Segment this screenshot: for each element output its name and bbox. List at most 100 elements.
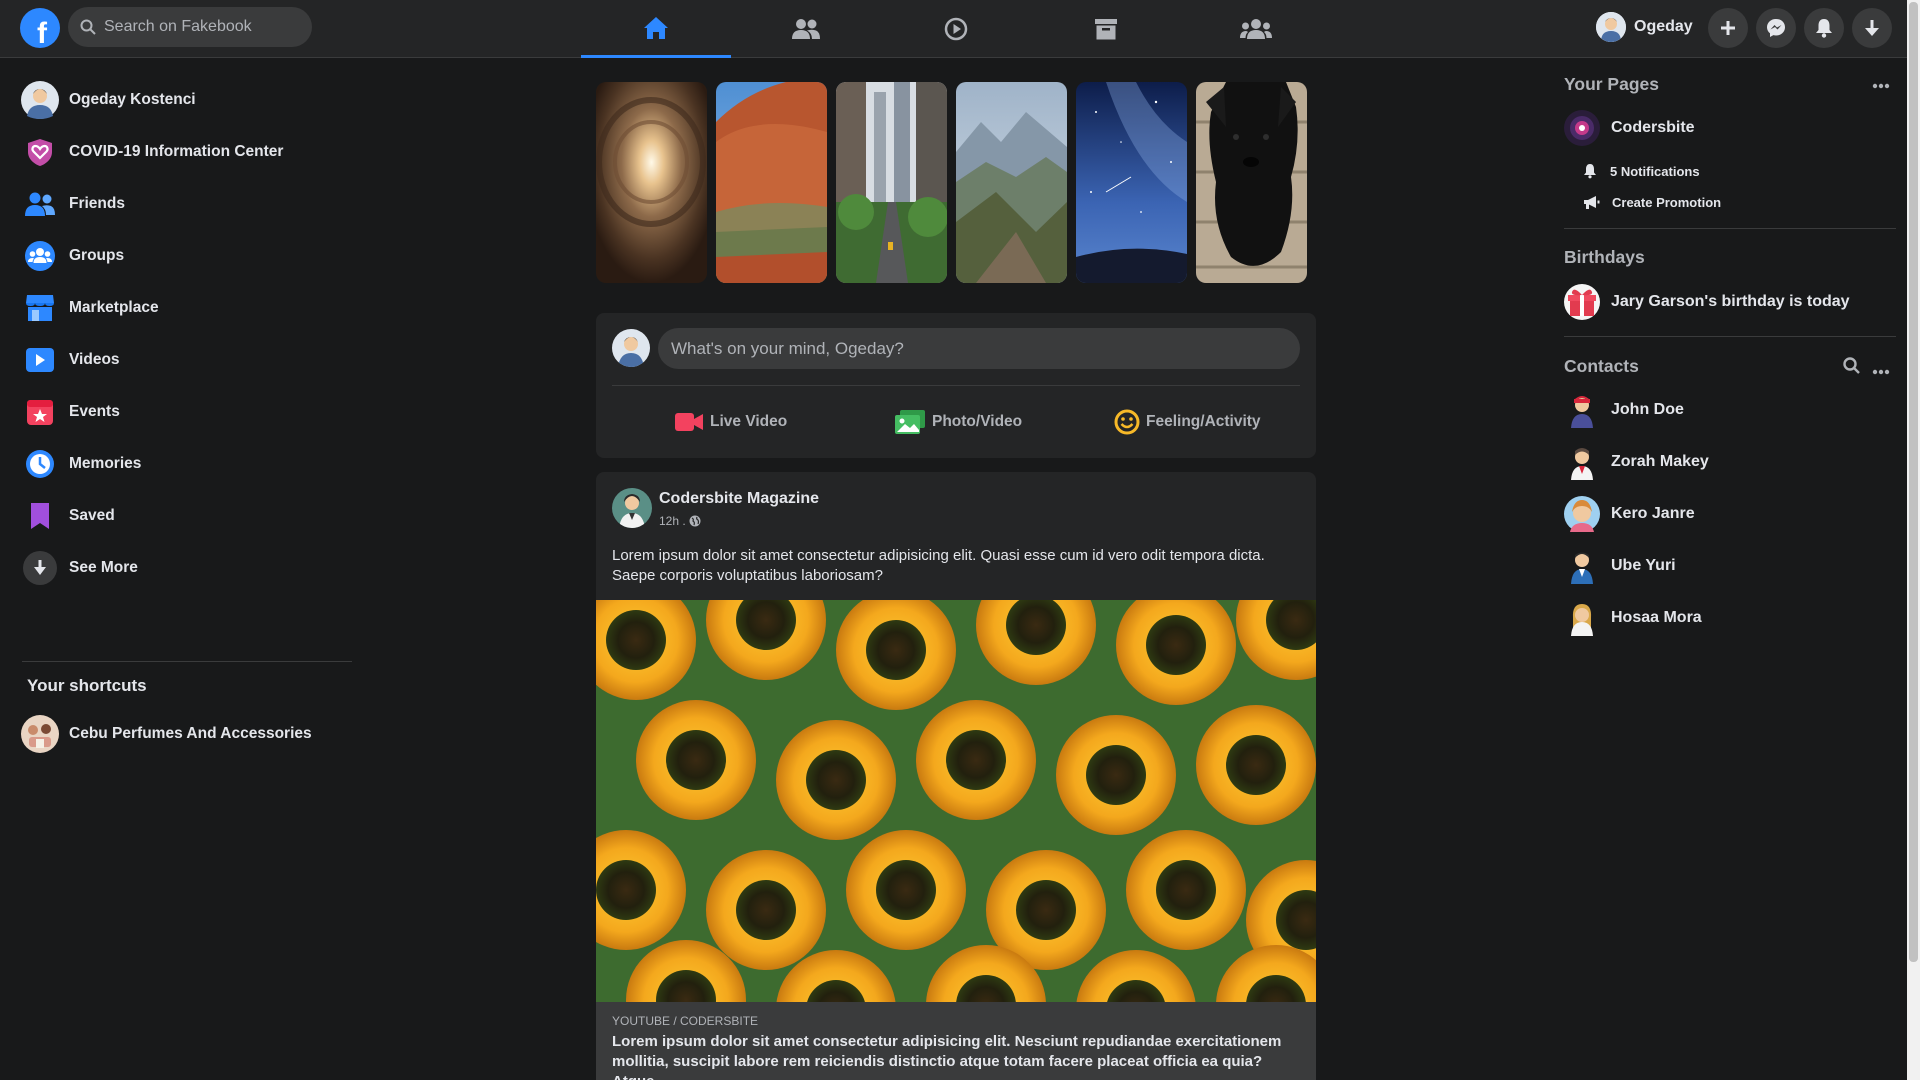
sunflowers-image [596, 600, 1316, 1002]
composer-divider [612, 385, 1300, 386]
home-icon [644, 16, 668, 39]
messenger-button[interactable] [1756, 8, 1796, 48]
story-card[interactable] [716, 82, 827, 283]
sidebar-item-groups[interactable]: Groups [20, 232, 124, 280]
story-image [1076, 82, 1187, 283]
contact-item[interactable]: Hosaa Mora [1564, 600, 1702, 636]
contact-name: Zorah Makey [1611, 453, 1709, 470]
link-title: Lorem ipsum dolor sit amet consectetur a… [612, 1033, 1282, 1080]
contact-name: Hosaa Mora [1611, 609, 1702, 626]
sidebar-item-friends[interactable]: Friends [20, 180, 125, 228]
story-card[interactable] [1076, 82, 1187, 283]
photo-video-button[interactable]: Photo/Video [894, 398, 1022, 446]
groups-icon [1240, 19, 1272, 39]
feeling-activity-label: Feeling/Activity [1146, 413, 1261, 430]
live-video-icon [675, 413, 703, 431]
story-card[interactable] [1196, 82, 1307, 283]
link-source: YOUTUBE / CODERSBITE [612, 1014, 759, 1028]
friends-icon [20, 184, 60, 224]
sidebar-item-covid[interactable]: COVID-19 Information Center [20, 128, 283, 176]
contact-avatar [1571, 448, 1593, 480]
story-card[interactable] [596, 82, 707, 283]
megaphone-icon [1584, 196, 1600, 209]
memories-icon [20, 444, 60, 484]
pages-options-button[interactable] [1872, 76, 1890, 94]
post-image[interactable] [596, 600, 1316, 1002]
covid-heart-icon [20, 132, 60, 172]
story-card[interactable] [956, 82, 1067, 283]
profile-button[interactable]: Ogeday [1596, 9, 1693, 45]
create-button[interactable] [1708, 8, 1748, 48]
sidebar-item-videos[interactable]: Videos [20, 336, 120, 384]
bell-icon [1584, 164, 1596, 179]
tab-home[interactable] [581, 0, 731, 58]
tab-groups[interactable] [1181, 0, 1331, 58]
page-notifications-link[interactable]: 5 Notifications [1583, 163, 1700, 179]
arrow-down-icon [20, 548, 60, 588]
marketplace-icon [20, 288, 60, 328]
post-author-avatar[interactable] [612, 488, 652, 528]
sidebar-item-label: Memories [69, 455, 142, 472]
page-avatar [1564, 110, 1600, 146]
sidebar-item-label: COVID-19 Information Center [69, 143, 284, 160]
sidebar-item-label: Saved [69, 507, 115, 524]
post-author-name[interactable]: Codersbite Magazine [659, 490, 819, 508]
groups-icon [20, 236, 60, 276]
contact-name: Ube Yuri [1611, 557, 1676, 574]
page-item[interactable]: Codersbite [1564, 110, 1695, 146]
create-promotion-link[interactable]: Create Promotion [1583, 195, 1721, 210]
sidebar-item-saved[interactable]: Saved [20, 492, 115, 540]
live-video-button[interactable]: Live Video [674, 398, 787, 446]
account-menu-button[interactable] [1852, 8, 1892, 48]
story-image [596, 82, 707, 283]
feeling-icon [1114, 409, 1140, 435]
shortcut-item[interactable]: Cebu Perfumes And Accessories [20, 710, 312, 758]
search-box[interactable] [68, 7, 312, 47]
tab-watch[interactable] [881, 0, 1031, 58]
contact-item[interactable]: John Doe [1564, 392, 1684, 428]
avatar [1596, 12, 1626, 42]
sidebar-item-profile[interactable]: Ogeday Kostenci [20, 76, 196, 124]
sidebar-item-see-more[interactable]: See More [20, 544, 138, 592]
sidebar-item-marketplace[interactable]: Marketplace [20, 284, 159, 332]
bell-icon [1816, 19, 1832, 38]
story-image [836, 82, 947, 283]
tab-marketplace[interactable] [1031, 0, 1181, 58]
contact-item[interactable]: Zorah Makey [1564, 444, 1709, 480]
sidebar-item-memories[interactable]: Memories [20, 440, 141, 488]
messenger-icon [1767, 19, 1785, 37]
globe-icon [689, 515, 701, 527]
arrow-down-icon [1865, 20, 1879, 36]
birthday-item[interactable]: Jary Garson's birthday is today [1564, 284, 1850, 320]
fakebook-logo[interactable]: f [20, 8, 60, 48]
feeling-activity-button[interactable]: Feeling/Activity [1114, 398, 1261, 446]
tab-friends[interactable] [731, 0, 881, 58]
videos-icon [20, 340, 60, 380]
contact-item[interactable]: Kero Janre [1564, 496, 1695, 532]
post-meta: 12h . [659, 514, 701, 528]
plus-icon [1721, 21, 1735, 35]
sidebar-item-label: Ogeday Kostenci [69, 91, 196, 108]
composer-input[interactable]: What's on your mind, Ogeday? [658, 328, 1300, 369]
sidebar-item-label: Videos [69, 351, 120, 368]
live-video-label: Live Video [710, 413, 788, 430]
marketplace-icon [1095, 19, 1117, 40]
contacts-options-button[interactable] [1872, 362, 1890, 380]
gift-icon [1564, 284, 1600, 320]
your-pages-heading: Your Pages [1564, 74, 1659, 94]
saved-icon [20, 496, 60, 536]
link-preview[interactable]: YOUTUBE / CODERSBITE Lorem ipsum dolor s… [596, 1002, 1316, 1080]
contact-item[interactable]: Ube Yuri [1564, 548, 1676, 584]
post-time[interactable]: 12h . [659, 514, 686, 528]
contact-avatar [1571, 552, 1593, 584]
sidebar-item-events[interactable]: Events [20, 388, 120, 436]
story-card[interactable] [836, 82, 947, 283]
contacts-search-button[interactable] [1843, 357, 1860, 379]
search-input[interactable] [104, 18, 294, 36]
watch-icon [944, 17, 968, 41]
story-image [956, 82, 1067, 283]
notifications-button[interactable] [1804, 8, 1844, 48]
sidebar-divider [22, 661, 352, 662]
search-icon [80, 19, 96, 35]
scrollbar-thumb[interactable] [1909, 2, 1918, 962]
